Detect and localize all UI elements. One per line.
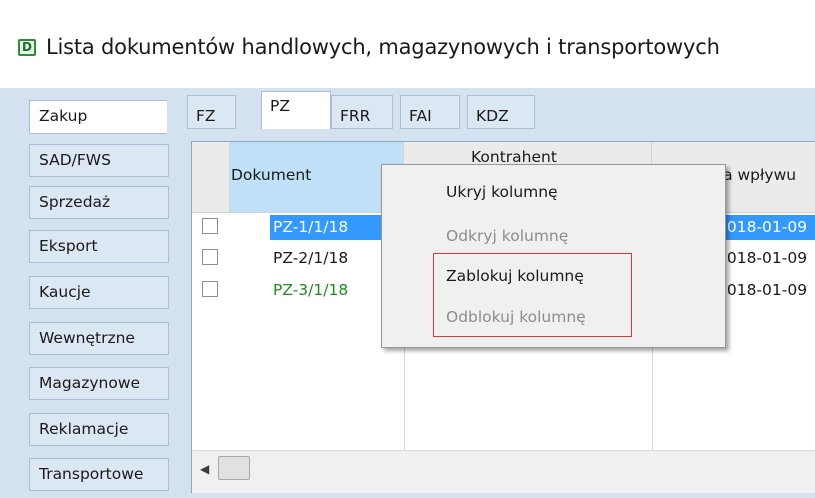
sidebar-item-zakup[interactable]: Zakup bbox=[29, 100, 167, 134]
scrollbar-thumb[interactable] bbox=[218, 456, 250, 480]
sidebar-item-eksport[interactable]: Eksport bbox=[29, 230, 169, 263]
menu-item-zablokuj-kolumne[interactable]: Zablokuj kolumnę bbox=[446, 267, 584, 285]
row-checkbox[interactable] bbox=[202, 249, 218, 265]
sidebar-item-wewnetrzne[interactable]: Wewnętrzne bbox=[29, 322, 169, 355]
row-document-cell[interactable]: PZ-3/1/18 bbox=[270, 278, 396, 303]
tab-kdz[interactable]: KDZ bbox=[467, 95, 535, 129]
sidebar-item-sad-fws[interactable]: SAD/FWS bbox=[29, 144, 169, 177]
tab-pz[interactable]: PZ bbox=[261, 91, 331, 129]
menu-item-ukryj-kolumne[interactable]: Ukryj kolumnę bbox=[446, 183, 558, 201]
tab-fai[interactable]: FAI bbox=[400, 95, 460, 129]
column-header-data-wplywu-label: ta wpływu bbox=[717, 166, 797, 184]
sidebar-item-transportowe[interactable]: Transportowe bbox=[29, 458, 169, 491]
horizontal-scrollbar[interactable]: ◀ bbox=[192, 450, 815, 493]
row-document-cell[interactable]: PZ-1/1/18 bbox=[270, 215, 396, 240]
sidebar-item-magazynowe[interactable]: Magazynowe bbox=[29, 367, 169, 400]
header-checkbox-column[interactable] bbox=[192, 142, 230, 212]
window-title: Lista dokumentów handlowych, magazynowyc… bbox=[46, 35, 720, 59]
menu-item-odkryj-kolumne[interactable]: Odkryj kolumnę bbox=[446, 227, 568, 245]
sidebar-item-kaucje[interactable]: Kaucje bbox=[29, 276, 169, 309]
row-checkbox[interactable] bbox=[202, 218, 218, 234]
window-title-bar: D Lista dokumentów handlowych, magazynow… bbox=[0, 0, 815, 88]
tab-fz[interactable]: FZ bbox=[187, 95, 236, 129]
document-list-icon: D bbox=[18, 39, 36, 56]
row-date-cell[interactable]: 2018-01-09 bbox=[717, 246, 815, 271]
row-checkbox[interactable] bbox=[202, 281, 218, 297]
row-date-cell[interactable]: 2018-01-09 bbox=[717, 215, 815, 240]
scroll-left-icon[interactable]: ◀ bbox=[200, 462, 209, 476]
column-header-dokument[interactable]: Dokument bbox=[230, 142, 404, 212]
column-context-menu: Ukryj kolumnę Odkryj kolumnę Zablokuj ko… bbox=[381, 164, 726, 348]
sidebar-item-reklamacje[interactable]: Reklamacje bbox=[29, 413, 169, 446]
row-document-cell[interactable]: PZ-2/1/18 bbox=[270, 246, 396, 271]
sidebar-item-sprzedaz[interactable]: Sprzedaż bbox=[29, 186, 169, 219]
tab-frr[interactable]: FRR bbox=[331, 95, 393, 129]
row-date-cell[interactable]: 2018-01-09 bbox=[717, 278, 815, 303]
column-header-dokument-label: Dokument bbox=[231, 166, 312, 184]
menu-item-odblokuj-kolumne[interactable]: Odblokuj kolumnę bbox=[446, 308, 586, 326]
